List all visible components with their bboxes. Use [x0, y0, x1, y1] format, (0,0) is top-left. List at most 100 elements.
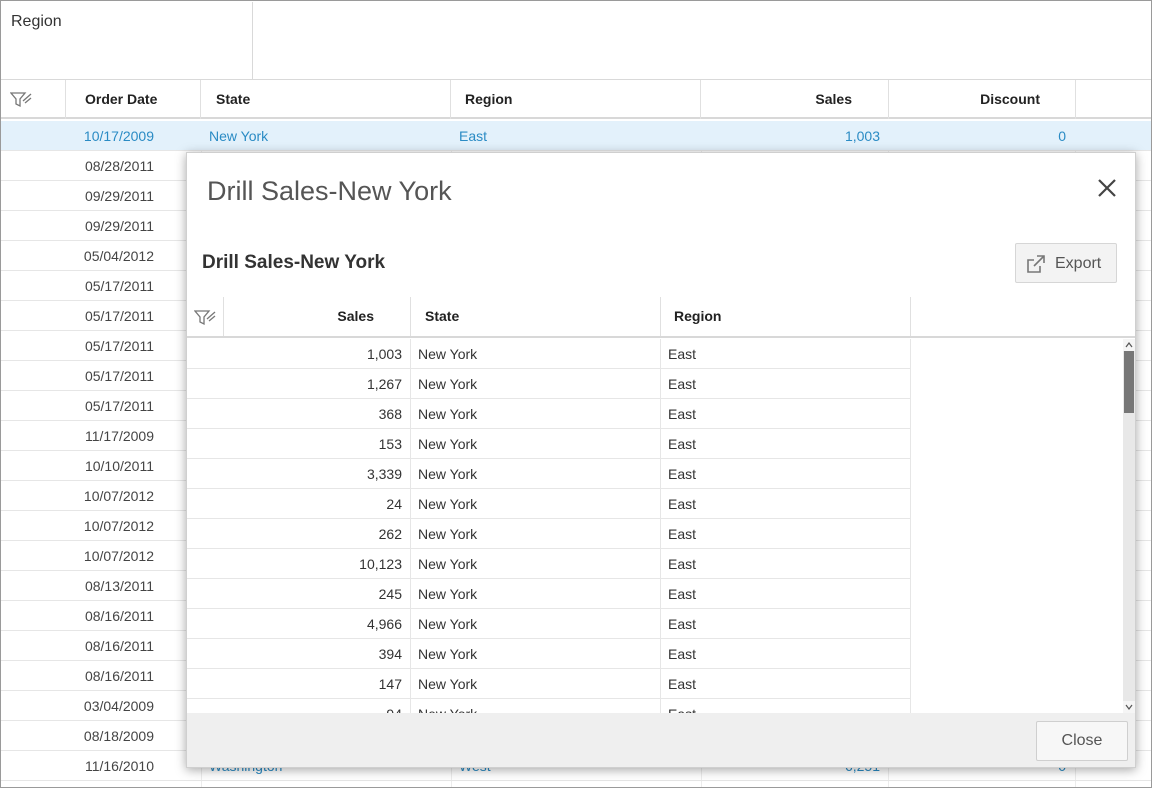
table-row[interactable]: 394 New York East: [187, 639, 910, 669]
state-cell: New York: [418, 556, 478, 572]
scroll-thumb[interactable]: [1124, 351, 1134, 413]
state-cell: New York: [418, 676, 478, 692]
discount-link[interactable]: 0: [889, 121, 1066, 151]
region-cell: East: [668, 376, 697, 392]
sales-cell: 245: [378, 586, 402, 602]
region-cell: East: [668, 646, 697, 662]
dialog-subtitle: Drill Sales-New York: [202, 252, 386, 273]
region-cell: East: [668, 676, 697, 692]
filter-icon[interactable]: [10, 91, 32, 109]
region-cell: East: [668, 496, 697, 512]
order-date-cell: 08/16/2011: [84, 668, 154, 684]
state-cell: New York: [418, 496, 478, 512]
grid-line: [660, 297, 661, 336]
table-row[interactable]: 24 New York East: [187, 489, 910, 519]
drill-grid-header: Sales State Region: [187, 297, 1135, 338]
column-header-region[interactable]: Region: [674, 297, 721, 336]
order-date-cell: 08/18/2009: [83, 728, 154, 744]
state-cell: New York: [418, 646, 478, 662]
order-date-cell: 05/17/2011: [84, 278, 154, 294]
sales-cell: 10,123: [359, 556, 402, 572]
external-link-icon: [1027, 255, 1045, 273]
state-cell: New York: [418, 526, 478, 542]
scroll-up-icon[interactable]: [1123, 339, 1135, 351]
export-button[interactable]: Export: [1015, 243, 1117, 283]
state-link[interactable]: New York: [209, 121, 268, 151]
state-cell: New York: [418, 699, 477, 713]
region-link[interactable]: East: [459, 121, 487, 151]
vertical-scrollbar[interactable]: [1123, 339, 1135, 713]
sales-cell: 368: [378, 406, 402, 422]
region-cell: East: [668, 556, 697, 572]
table-row[interactable]: 262 New York East: [187, 519, 910, 549]
export-label: Export: [1055, 255, 1102, 272]
sales-cell: 153: [378, 436, 402, 452]
table-row[interactable]: 153 New York East: [187, 429, 910, 459]
close-icon[interactable]: [1092, 173, 1122, 203]
table-row[interactable]: 368 New York East: [187, 399, 910, 429]
column-header-discount[interactable]: Discount: [889, 80, 1076, 119]
table-row[interactable]: 94 New York East: [187, 699, 910, 713]
order-date-cell: 08/13/2011: [84, 578, 154, 594]
order-date-cell: 05/17/2011: [84, 338, 154, 354]
order-date-cell: 05/17/2011: [84, 308, 154, 324]
grid-line: [410, 297, 411, 336]
column-header-order-date[interactable]: Order Date: [66, 80, 201, 119]
column-header-region[interactable]: Region: [451, 80, 701, 119]
sales-cell: 24: [386, 496, 402, 512]
region-cell: East: [668, 466, 697, 482]
order-date-cell: 09/29/2011: [84, 218, 154, 234]
state-cell: New York: [418, 616, 478, 632]
sales-link[interactable]: 1,003: [701, 121, 880, 151]
order-date-cell: 10/07/2012: [83, 548, 154, 564]
table-row[interactable]: 3,339 New York East: [187, 459, 910, 489]
dialog-footer: Close: [187, 713, 1135, 767]
scroll-down-icon[interactable]: [1123, 701, 1135, 713]
order-date-cell: 08/28/2011: [84, 158, 154, 174]
order-date-cell: 08/16/2011: [84, 608, 154, 624]
table-row[interactable]: 1,267 New York East: [187, 369, 910, 399]
sales-cell: 94: [187, 699, 402, 713]
state-cell: New York: [418, 376, 478, 392]
filter-icon[interactable]: [194, 309, 216, 327]
state-cell: New York: [418, 586, 478, 602]
drill-grid-body: 1,003 New York East 1,267 New York East 368 New…: [187, 339, 1122, 713]
grid-line: [910, 297, 911, 336]
region-cell: East: [668, 586, 697, 602]
order-date-cell: 10/07/2012: [83, 518, 154, 534]
table-row[interactable]: 1,003 New York East: [187, 339, 910, 369]
state-cell: New York: [418, 436, 478, 452]
order-date-cell: 05/04/2012: [83, 248, 154, 264]
order-date-cell: 03/04/2009: [83, 698, 154, 714]
region-cell: East: [668, 346, 697, 362]
order-date-cell: 10/17/2009: [83, 128, 154, 144]
state-cell: New York: [418, 466, 478, 482]
region-cell: East: [668, 699, 696, 713]
sales-cell: 4,966: [366, 616, 402, 632]
main-grid-header: Order Date State Region Sales Discount: [1, 80, 1151, 119]
table-row[interactable]: 147 New York East: [187, 669, 910, 699]
order-date-cell: 10/07/2012: [83, 488, 154, 504]
order-date-cell: 05/17/2011: [84, 398, 154, 414]
drill-dialog: Drill Sales-New York Drill Sales-New Yor…: [186, 152, 1136, 768]
column-header-state[interactable]: State: [201, 80, 451, 119]
close-button[interactable]: Close: [1036, 721, 1128, 761]
state-cell: New York: [418, 346, 478, 362]
table-row[interactable]: 245 New York East: [187, 579, 910, 609]
column-header-sales[interactable]: Sales: [701, 80, 889, 119]
region-filter-panel[interactable]: Region: [2, 2, 253, 79]
table-row[interactable]: 10,123 New York East: [187, 549, 910, 579]
order-date-cell: 11/17/2009: [84, 428, 154, 444]
column-header-sales[interactable]: Sales: [223, 297, 410, 336]
app-frame: Region Order Date State Region Sales Dis…: [0, 0, 1152, 788]
sales-cell: 3,339: [366, 466, 402, 482]
sales-cell: 1,003: [366, 346, 402, 362]
table-row[interactable]: 4,966 New York East: [187, 609, 910, 639]
column-header-state[interactable]: State: [425, 297, 459, 336]
order-date-cell: 11/16/2010: [84, 758, 154, 774]
table-row-selected[interactable]: 10/17/2009 New York East 1,003 0: [1, 121, 1151, 151]
region-cell: East: [668, 436, 697, 452]
region-cell: East: [668, 526, 697, 542]
sales-cell: 147: [378, 676, 402, 692]
order-date-cell: 10/10/2011: [84, 458, 154, 474]
